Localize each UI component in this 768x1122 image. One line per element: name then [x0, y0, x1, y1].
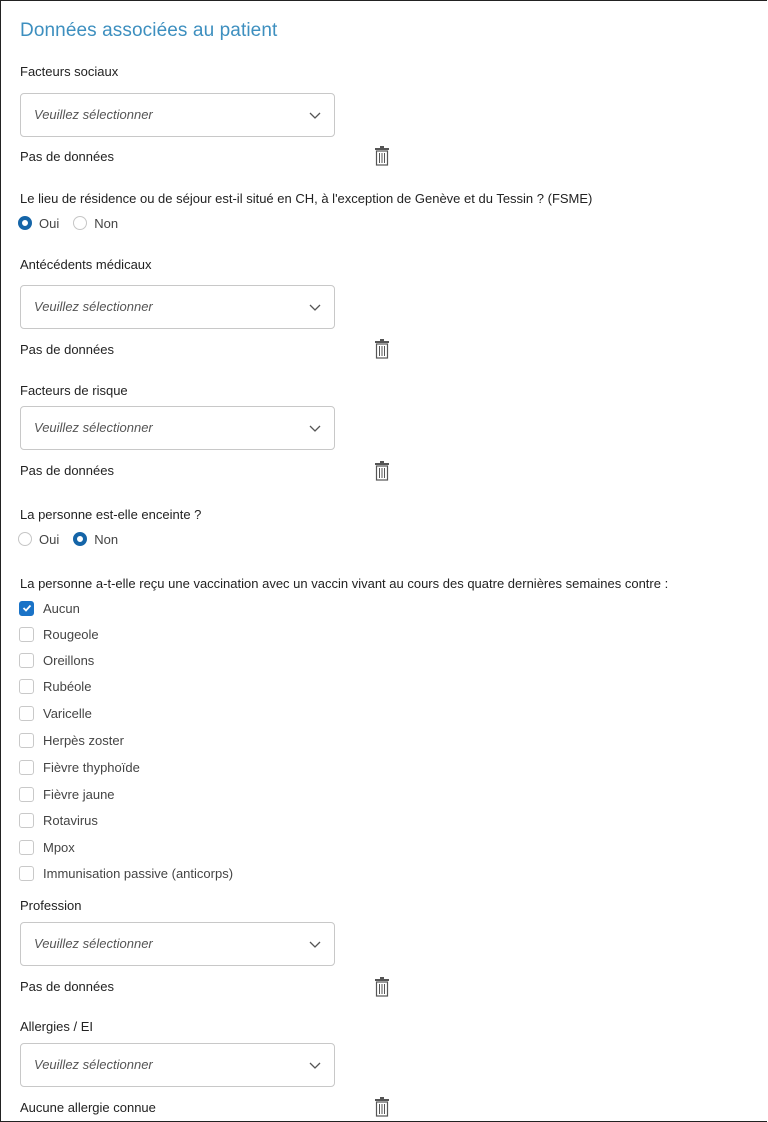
select-placeholder: Veuillez sélectionner — [34, 299, 153, 314]
vaccine-option[interactable]: Oreillons — [19, 651, 94, 669]
checkbox[interactable] — [19, 652, 34, 668]
social-factors-empty: Pas de données — [20, 149, 114, 164]
vaccine-option[interactable]: Immunisation passive (anticorps) — [19, 864, 233, 882]
vaccine-option[interactable]: Herpès zoster — [19, 731, 124, 749]
checkbox[interactable] — [19, 865, 34, 881]
residence-radio-non[interactable] — [73, 216, 88, 230]
social-factors-label: Facteurs sociaux — [20, 64, 119, 79]
profession-label: Profession — [20, 898, 82, 913]
medical-history-select[interactable]: Veuillez sélectionner — [20, 285, 335, 329]
risk-factors-empty: Pas de données — [20, 463, 114, 478]
vaccine-option-label: Rotavirus — [43, 812, 98, 828]
checkbox[interactable] — [19, 759, 34, 775]
checkbox[interactable] — [19, 812, 34, 828]
select-placeholder: Veuillez sélectionner — [34, 107, 153, 122]
risk-factors-label: Facteurs de risque — [20, 383, 128, 398]
vaccine-option-label: Varicelle — [43, 705, 92, 721]
vaccine-option[interactable]: Fièvre thyphoïde — [19, 758, 140, 776]
risk-factors-select[interactable]: Veuillez sélectionner — [20, 406, 335, 450]
checkbox[interactable] — [19, 732, 34, 748]
allergies-label: Allergies / EI — [20, 1019, 93, 1034]
trash-icon[interactable] — [374, 1097, 390, 1117]
vaccine-option-label: Oreillons — [43, 652, 95, 668]
chevron-down-icon — [309, 112, 321, 119]
vaccine-option-label: Aucun — [43, 600, 80, 616]
pregnant-radio-group: Oui Non — [18, 530, 132, 548]
vaccine-option-label: Fièvre thyphoïde — [43, 759, 140, 775]
vaccine-option-label: Mpox — [43, 839, 75, 855]
residence-radio-oui[interactable] — [18, 216, 32, 230]
residence-question: Le lieu de résidence ou de séjour est-il… — [20, 191, 593, 206]
checkbox[interactable] — [19, 678, 34, 694]
allergies-select[interactable]: Veuillez sélectionner — [20, 1043, 335, 1087]
pregnant-radio-oui[interactable] — [18, 532, 32, 546]
radio-label-oui: Oui — [39, 531, 60, 547]
medical-history-label: Antécédents médicaux — [20, 257, 152, 272]
vaccine-option-label: Herpès zoster — [43, 732, 124, 748]
select-placeholder: Veuillez sélectionner — [34, 1057, 153, 1072]
vaccine-option-label: Immunisation passive (anticorps) — [43, 865, 234, 881]
vaccine-option[interactable]: Rotavirus — [19, 811, 98, 829]
radio-label-non: Non — [94, 531, 119, 547]
select-placeholder: Veuillez sélectionner — [34, 420, 153, 435]
chevron-down-icon — [309, 304, 321, 311]
checkbox[interactable] — [19, 839, 34, 855]
checkbox[interactable] — [19, 786, 34, 802]
social-factors-select[interactable]: Veuillez sélectionner — [20, 93, 335, 137]
vaccination-question: La personne a-t-elle reçu une vaccinatio… — [20, 576, 669, 591]
vaccine-option-label: Rubéole — [43, 678, 92, 694]
vaccine-option[interactable]: Varicelle — [19, 704, 92, 722]
vaccine-option[interactable]: Mpox — [19, 838, 75, 856]
trash-icon[interactable] — [374, 461, 390, 481]
radio-label-oui: Oui — [39, 215, 60, 231]
chevron-down-icon — [309, 1062, 321, 1069]
checkbox[interactable] — [19, 600, 34, 616]
select-placeholder: Veuillez sélectionner — [34, 936, 153, 951]
pregnant-question: La personne est-elle enceinte ? — [20, 507, 202, 522]
radio-label-non: Non — [94, 215, 119, 231]
vaccine-option[interactable]: Fièvre jaune — [19, 785, 115, 803]
form-panel: Données associées au patient Facteurs so… — [0, 0, 767, 1122]
pregnant-radio-non[interactable] — [73, 532, 88, 546]
vaccine-option[interactable]: Rubéole — [19, 677, 91, 695]
trash-icon[interactable] — [374, 977, 390, 997]
check-icon — [22, 604, 31, 612]
profession-empty: Pas de données — [20, 979, 114, 994]
vaccine-option-label: Fièvre jaune — [43, 786, 115, 802]
checkbox[interactable] — [19, 705, 34, 721]
vaccine-option[interactable]: Rougeole — [19, 625, 99, 643]
allergies-status: Aucune allergie connue — [20, 1100, 156, 1115]
chevron-down-icon — [309, 941, 321, 948]
trash-icon[interactable] — [374, 146, 390, 166]
trash-icon[interactable] — [374, 339, 390, 359]
profession-select[interactable]: Veuillez sélectionner — [20, 922, 335, 966]
medical-history-empty: Pas de données — [20, 342, 114, 357]
chevron-down-icon — [309, 425, 321, 432]
section-title: Données associées au patient — [20, 20, 278, 41]
vaccine-option-label: Rougeole — [43, 626, 99, 642]
vaccine-option[interactable]: Aucun — [19, 599, 80, 617]
residence-radio-group: Oui Non — [18, 214, 132, 232]
checkbox[interactable] — [19, 626, 34, 642]
